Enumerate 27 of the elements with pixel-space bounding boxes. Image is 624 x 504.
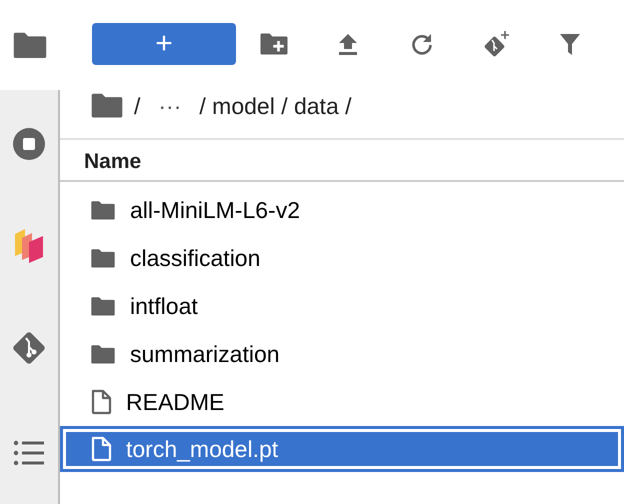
list-icon (13, 440, 45, 466)
name-column-header[interactable]: Name (84, 150, 142, 173)
folder-icon (90, 296, 116, 316)
file-row[interactable]: intfloat (60, 282, 624, 330)
file-row[interactable]: all-MiniLM-L6-v2 (60, 186, 624, 234)
stop-icon (12, 126, 46, 161)
breadcrumb-path: / model / data / (199, 92, 352, 121)
file-row[interactable]: README (60, 378, 624, 426)
folder-icon (90, 344, 116, 364)
file-row[interactable]: torch_model.pt (60, 426, 624, 472)
refresh-icon (410, 32, 434, 56)
file-icon (90, 436, 112, 462)
folder-icon (90, 92, 124, 120)
upload-icon (337, 32, 359, 56)
file-row[interactable]: summarization (60, 330, 624, 378)
puzzle-stack-icon (13, 226, 45, 264)
new-launcher-button[interactable]: + (92, 22, 236, 64)
folder-icon (12, 30, 48, 60)
sidebar-tab[interactable] (0, 0, 60, 90)
ellipsis-link[interactable]: ··· (158, 88, 182, 124)
filter-icon (559, 32, 581, 56)
new-folder-icon (259, 32, 289, 56)
folder-icon (90, 200, 116, 220)
file-icon (90, 389, 112, 415)
breadcrumb-path: / (134, 92, 140, 121)
file-row[interactable]: classification (60, 234, 624, 282)
folder-icon (90, 248, 116, 268)
